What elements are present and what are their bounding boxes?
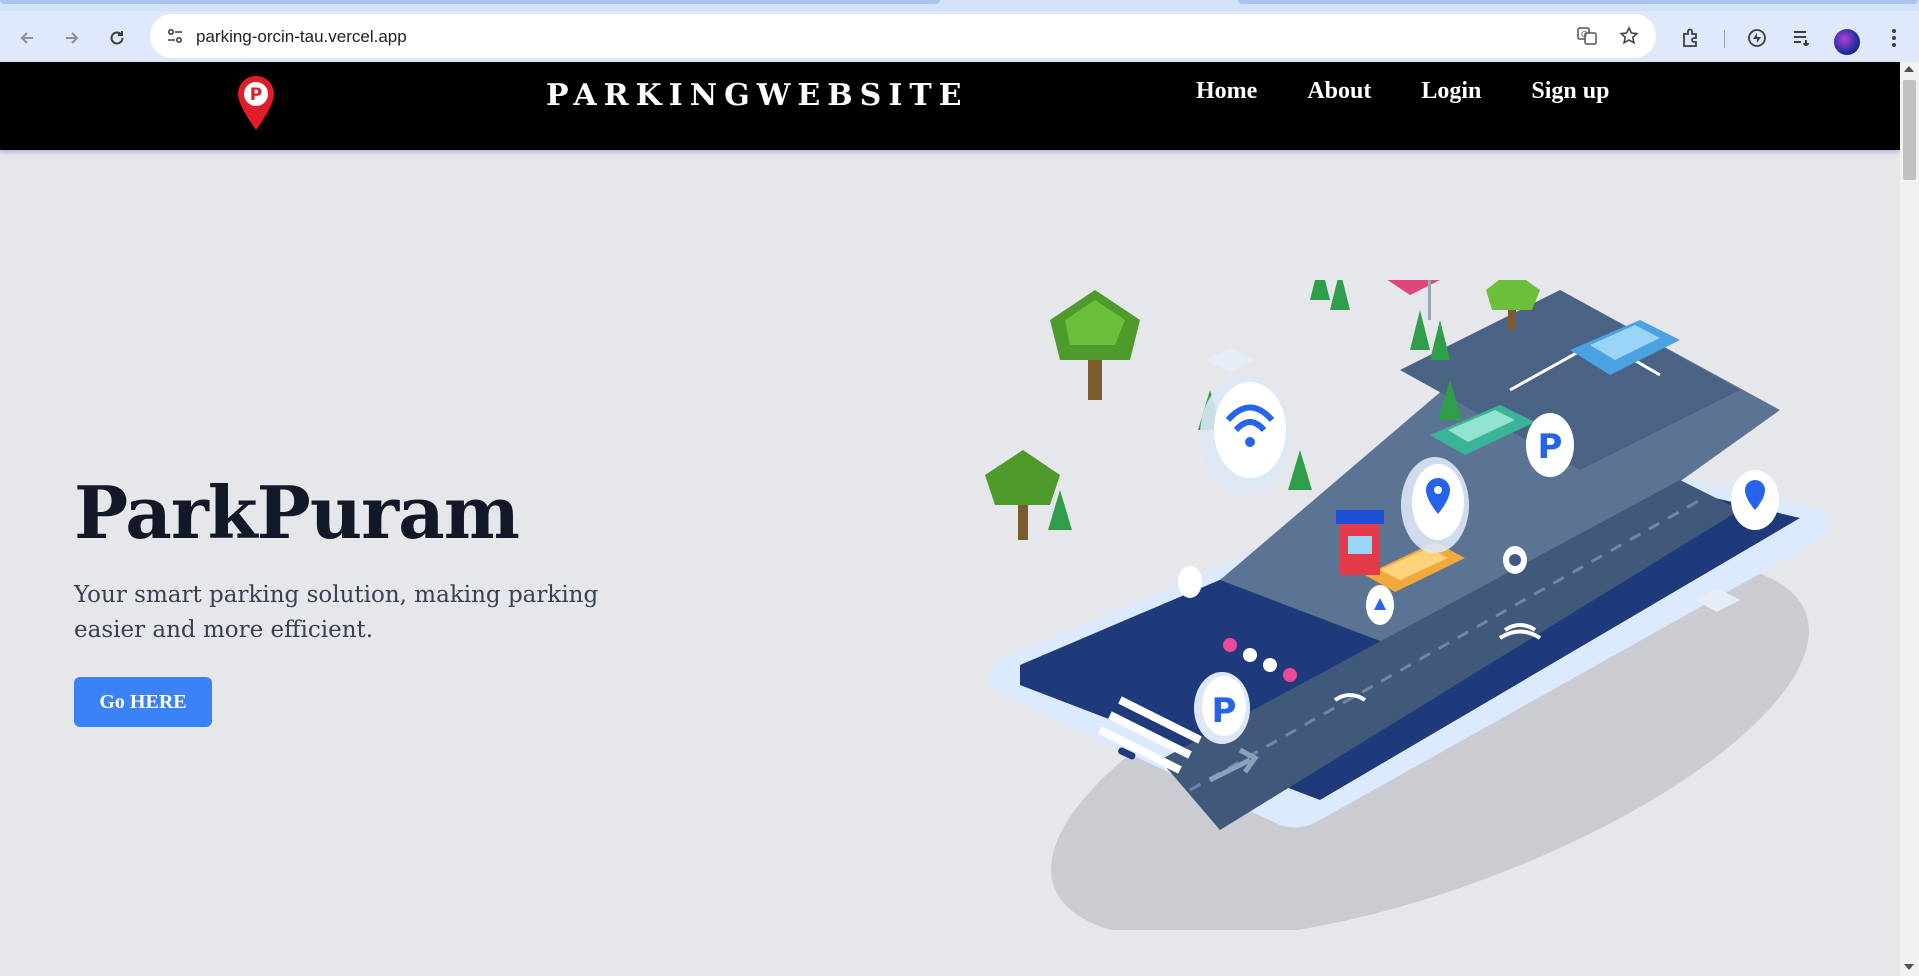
scroll-up-icon[interactable]	[1904, 66, 1914, 72]
media-queue-icon[interactable]	[1789, 25, 1815, 51]
brand-title[interactable]: PARKINGWEBSITE	[546, 78, 969, 113]
bookmark-star-icon[interactable]	[1618, 25, 1640, 47]
tab-inactive[interactable]	[1238, 0, 1918, 4]
profile-avatar[interactable]	[1834, 29, 1860, 55]
hero-title: ParkPuram	[74, 470, 520, 555]
main-nav: Home About Login Sign up	[1196, 78, 1609, 105]
url-text[interactable]: parking-orcin-tau.vercel.app	[196, 27, 407, 47]
scrollbar-thumb[interactable]	[1903, 80, 1916, 180]
go-here-button[interactable]: Go HERE	[74, 677, 212, 727]
sync-icon[interactable]	[1744, 25, 1770, 51]
svg-text:G: G	[1581, 30, 1587, 39]
forward-icon[interactable]	[57, 23, 87, 53]
more-menu-icon[interactable]	[1881, 25, 1907, 51]
address-bar[interactable]: parking-orcin-tau.vercel.app G	[150, 14, 1656, 58]
browser-toolbar: parking-orcin-tau.vercel.app G	[0, 11, 1919, 62]
browser-chrome: parking-orcin-tau.vercel.app G	[0, 0, 1919, 62]
svg-text:P: P	[250, 85, 262, 105]
tab-strip	[0, 0, 1919, 11]
svg-text:P: P	[1538, 427, 1563, 467]
tab-active[interactable]	[0, 0, 940, 4]
svg-text:P: P	[1212, 691, 1237, 731]
site-navbar: P PARKINGWEBSITE Home About Login Sign u…	[0, 62, 1900, 150]
nav-home-link[interactable]: Home	[1196, 78, 1257, 105]
extensions-icon[interactable]	[1678, 25, 1704, 51]
parking-pin-icon[interactable]: P	[236, 74, 276, 132]
scroll-down-icon[interactable]	[1904, 964, 1914, 970]
reload-icon[interactable]	[102, 23, 132, 53]
hero-subtitle: Your smart parking solution, making park…	[74, 582, 599, 643]
translate-icon[interactable]: G	[1576, 25, 1598, 47]
nav-signup-link[interactable]: Sign up	[1531, 78, 1609, 105]
nav-login-link[interactable]: Login	[1421, 78, 1481, 105]
nav-about-link[interactable]: About	[1307, 78, 1371, 105]
site-settings-icon[interactable]	[164, 25, 186, 47]
back-icon[interactable]	[12, 23, 42, 53]
toolbar-divider	[1724, 30, 1725, 48]
smart-parking-illustration: P P P	[960, 240, 1860, 940]
page-scrollbar[interactable]	[1900, 62, 1919, 976]
